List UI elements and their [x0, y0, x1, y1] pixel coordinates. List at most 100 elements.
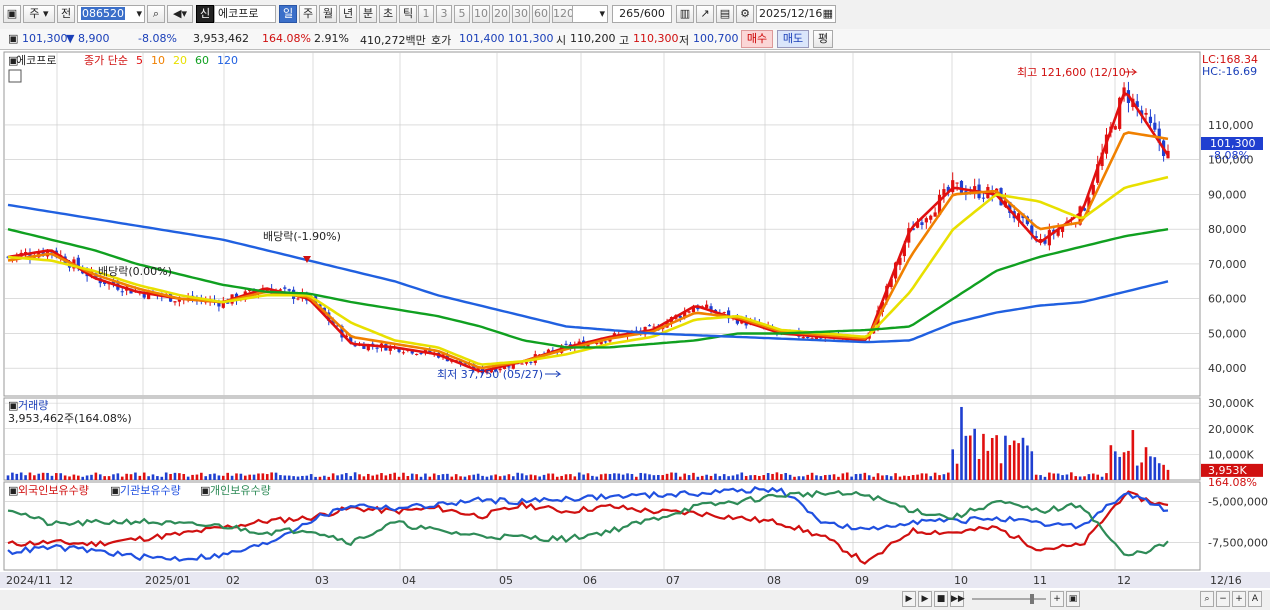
- play-icon[interactable]: ▶: [918, 591, 932, 607]
- volume-bar: [107, 476, 111, 480]
- volume-bar: [771, 473, 774, 480]
- interval-1[interactable]: 1: [418, 5, 434, 23]
- volume-bar: [367, 473, 370, 480]
- period-2[interactable]: 월: [319, 5, 337, 23]
- interval-120[interactable]: 120: [552, 5, 574, 23]
- interval-20[interactable]: 20: [492, 5, 510, 23]
- search-icon[interactable]: ⌕: [147, 5, 165, 23]
- x-tick-label: 12: [1117, 574, 1131, 587]
- last-pct-label: -8.08%: [1210, 149, 1249, 162]
- interval-60[interactable]: 60: [532, 5, 550, 23]
- volume-bar: [529, 474, 533, 480]
- draw-tool-icon[interactable]: ↗: [696, 5, 714, 23]
- zoom-in-icon[interactable]: +: [1050, 591, 1064, 607]
- volume-bar: [867, 475, 871, 480]
- volume-bar: [512, 476, 515, 480]
- candle-body: [924, 218, 928, 223]
- interval-dropdown[interactable]: ▾: [572, 5, 608, 23]
- volume-bar: [797, 476, 801, 480]
- volume-bar: [1039, 475, 1042, 480]
- volume-bar: [24, 475, 27, 480]
- volume-bar: [678, 476, 682, 480]
- interval-10[interactable]: 10: [472, 5, 490, 23]
- volume-bar: [613, 473, 616, 480]
- minus-icon[interactable]: −: [1216, 591, 1230, 607]
- period-0[interactable]: 일: [279, 5, 297, 23]
- volume-bar: [200, 472, 203, 480]
- stock-code-input[interactable]: 086520 ▾: [77, 5, 145, 23]
- avg-button[interactable]: 평: [813, 30, 833, 48]
- plus-icon[interactable]: +: [1232, 591, 1246, 607]
- volume-bar: [1004, 435, 1007, 480]
- zoom-reset-icon[interactable]: ▣: [1066, 591, 1080, 607]
- volume-bar: [248, 474, 251, 480]
- volume-bar: [947, 472, 950, 480]
- fit-icon[interactable]: A: [1248, 591, 1262, 607]
- volume-bar: [239, 473, 243, 480]
- period-6[interactable]: 틱: [399, 5, 417, 23]
- candle-icon[interactable]: ▥: [676, 5, 694, 23]
- count-field[interactable]: 265/600: [612, 5, 672, 23]
- speaker-icon[interactable]: ◀▾: [167, 5, 193, 23]
- volume-bar: [459, 476, 462, 480]
- volume-bar: [784, 473, 788, 480]
- volume-bar: [6, 475, 10, 480]
- volume-bar: [898, 476, 902, 480]
- interval-30[interactable]: 30: [512, 5, 530, 23]
- volume-tick-label: 20,000K: [1208, 423, 1254, 436]
- high-price: 110,300: [633, 32, 679, 45]
- candle-body: [401, 352, 406, 354]
- volume-bar: [1008, 445, 1012, 480]
- market-select[interactable]: 주 ▾: [23, 5, 55, 23]
- volume-bar: [147, 476, 150, 480]
- volume-bar: [718, 476, 722, 480]
- volume-bar: [617, 473, 621, 480]
- volume-bar: [973, 428, 976, 480]
- volume-bar: [793, 476, 796, 480]
- fast-forward-icon[interactable]: ▶▶: [950, 591, 965, 607]
- save-icon[interactable]: ▤: [716, 5, 734, 23]
- volume-bar: [318, 476, 322, 480]
- sell-button[interactable]: 매도: [777, 30, 809, 48]
- buy-button[interactable]: 매수: [741, 30, 773, 48]
- volume-bar: [854, 474, 858, 480]
- layout-icon[interactable]: ▣: [3, 5, 21, 23]
- volume-bar: [753, 475, 757, 480]
- date-input[interactable]: 2025/12/16 ▦: [756, 5, 836, 23]
- candle-body: [520, 363, 524, 365]
- volume-bar: [674, 472, 678, 480]
- holdings-legend-1: 기관보유수량: [120, 484, 181, 497]
- volume-bar: [1144, 447, 1148, 480]
- volume-bar: [802, 476, 805, 480]
- interval-3[interactable]: 3: [436, 5, 452, 23]
- candle-body: [1144, 112, 1148, 115]
- period-1[interactable]: 주: [299, 5, 317, 23]
- period-3[interactable]: 년: [339, 5, 357, 23]
- period-5[interactable]: 초: [379, 5, 397, 23]
- candle-body: [955, 182, 959, 184]
- volume-bar: [696, 476, 700, 480]
- stock-chart[interactable]: 40,00050,00060,00070,00080,00090,000100,…: [0, 50, 1270, 610]
- volume-bar: [705, 474, 708, 480]
- candle-body: [287, 289, 291, 291]
- gear-icon[interactable]: ⚙: [736, 5, 754, 23]
- volume-bar: [454, 474, 458, 480]
- volume-bar: [525, 475, 528, 480]
- open-label: 시: [556, 34, 567, 47]
- stop-icon[interactable]: ■: [934, 591, 948, 607]
- dividend-annotation-1: 배당락(-1.90%): [263, 230, 341, 243]
- scroll-left-icon[interactable]: ▶: [902, 591, 916, 607]
- volume-bar: [986, 450, 990, 480]
- low-label: 저: [679, 34, 690, 47]
- period-4[interactable]: 분: [359, 5, 377, 23]
- interval-5[interactable]: 5: [454, 5, 470, 23]
- count-max: /600: [640, 7, 665, 20]
- volume-bar: [191, 474, 194, 480]
- prev-button[interactable]: 전: [57, 5, 75, 23]
- volume-bar: [837, 476, 840, 480]
- volume-bar: [520, 473, 524, 480]
- candle-body: [687, 311, 691, 313]
- search-icon[interactable]: ⌕: [1200, 591, 1214, 607]
- zoom-slider-handle: [1030, 594, 1034, 604]
- bid-ask: 101,400 101,300: [459, 32, 554, 45]
